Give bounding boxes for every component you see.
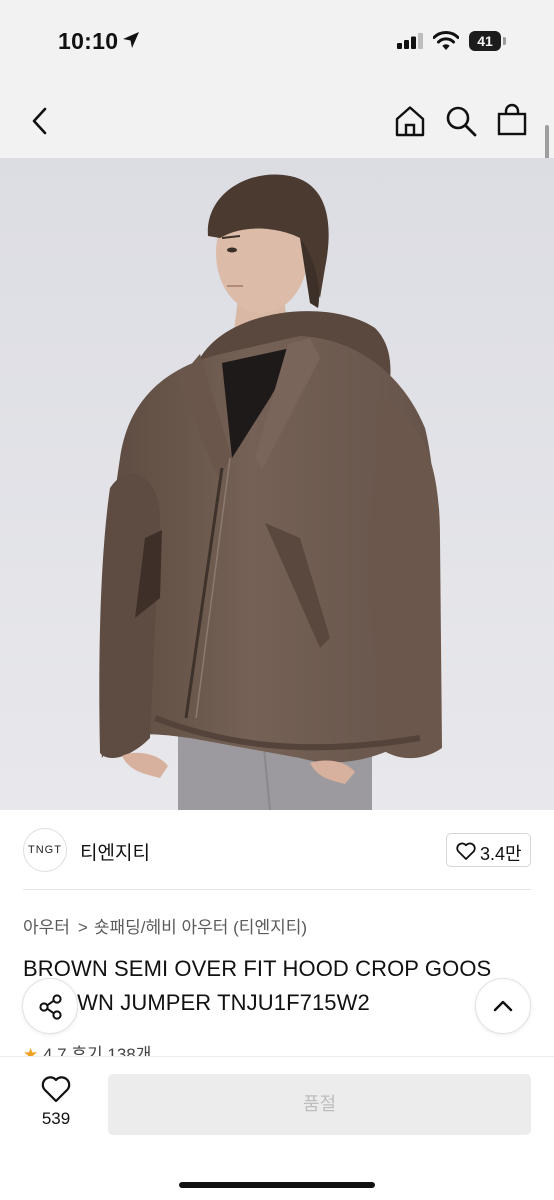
- breadcrumb: 아우터 > 숏패딩/헤비 아우터 (티엔지티): [23, 913, 307, 938]
- chevron-up-icon: [493, 1000, 513, 1012]
- product-title-line-2: E DOWN JUMPER TNJU1F715W2: [23, 990, 370, 1015]
- breadcrumb-subcategory[interactable]: 숏패딩/헤비 아우터 (티엔지티): [94, 918, 307, 937]
- share-icon: [39, 994, 62, 1020]
- product-title: BROWN SEMI OVER FIT HOOD CROP GOOS E DOW…: [23, 952, 533, 1020]
- signal-icon: [397, 33, 423, 49]
- home-icon[interactable]: [393, 104, 427, 138]
- brand-name[interactable]: 티엔지티: [80, 838, 150, 865]
- wishlist-button[interactable]: 539: [23, 1075, 89, 1139]
- breadcrumb-category[interactable]: 아우터: [23, 918, 70, 937]
- cart-bag-icon[interactable]: [496, 103, 528, 137]
- divider: [23, 889, 531, 890]
- top-nav: [0, 90, 554, 158]
- back-chevron-icon[interactable]: [28, 106, 52, 136]
- status-bar: 10:10 41: [0, 0, 554, 90]
- battery-icon: 41: [469, 31, 501, 51]
- brand-like-button[interactable]: 3.4만: [446, 833, 531, 867]
- product-photo[interactable]: [0, 158, 554, 810]
- share-button[interactable]: [22, 978, 78, 1034]
- product-title-line-1: BROWN SEMI OVER FIT HOOD CROP GOOS: [23, 956, 492, 981]
- wifi-icon: [433, 31, 459, 50]
- brand-logo[interactable]: TNGT: [23, 828, 67, 872]
- home-indicator: [179, 1182, 375, 1188]
- bottom-action-bar: 539 품절: [0, 1056, 554, 1200]
- sold-out-button[interactable]: 품절: [108, 1074, 531, 1135]
- breadcrumb-separator: >: [77, 918, 88, 937]
- scroll-to-top-button[interactable]: [475, 978, 531, 1034]
- location-arrow-icon: [123, 32, 139, 48]
- wishlist-count: 539: [41, 1109, 71, 1128]
- brand-like-count: 3.4만: [480, 844, 522, 864]
- battery-level: 41: [477, 33, 493, 49]
- search-icon[interactable]: [444, 104, 478, 138]
- status-time: 10:10: [58, 28, 119, 54]
- heart-outline-icon: [456, 842, 476, 860]
- battery-tip: [503, 37, 506, 45]
- brand-row[interactable]: TNGT 티엔지티 3.4만: [0, 810, 554, 890]
- heart-outline-icon: [41, 1076, 71, 1103]
